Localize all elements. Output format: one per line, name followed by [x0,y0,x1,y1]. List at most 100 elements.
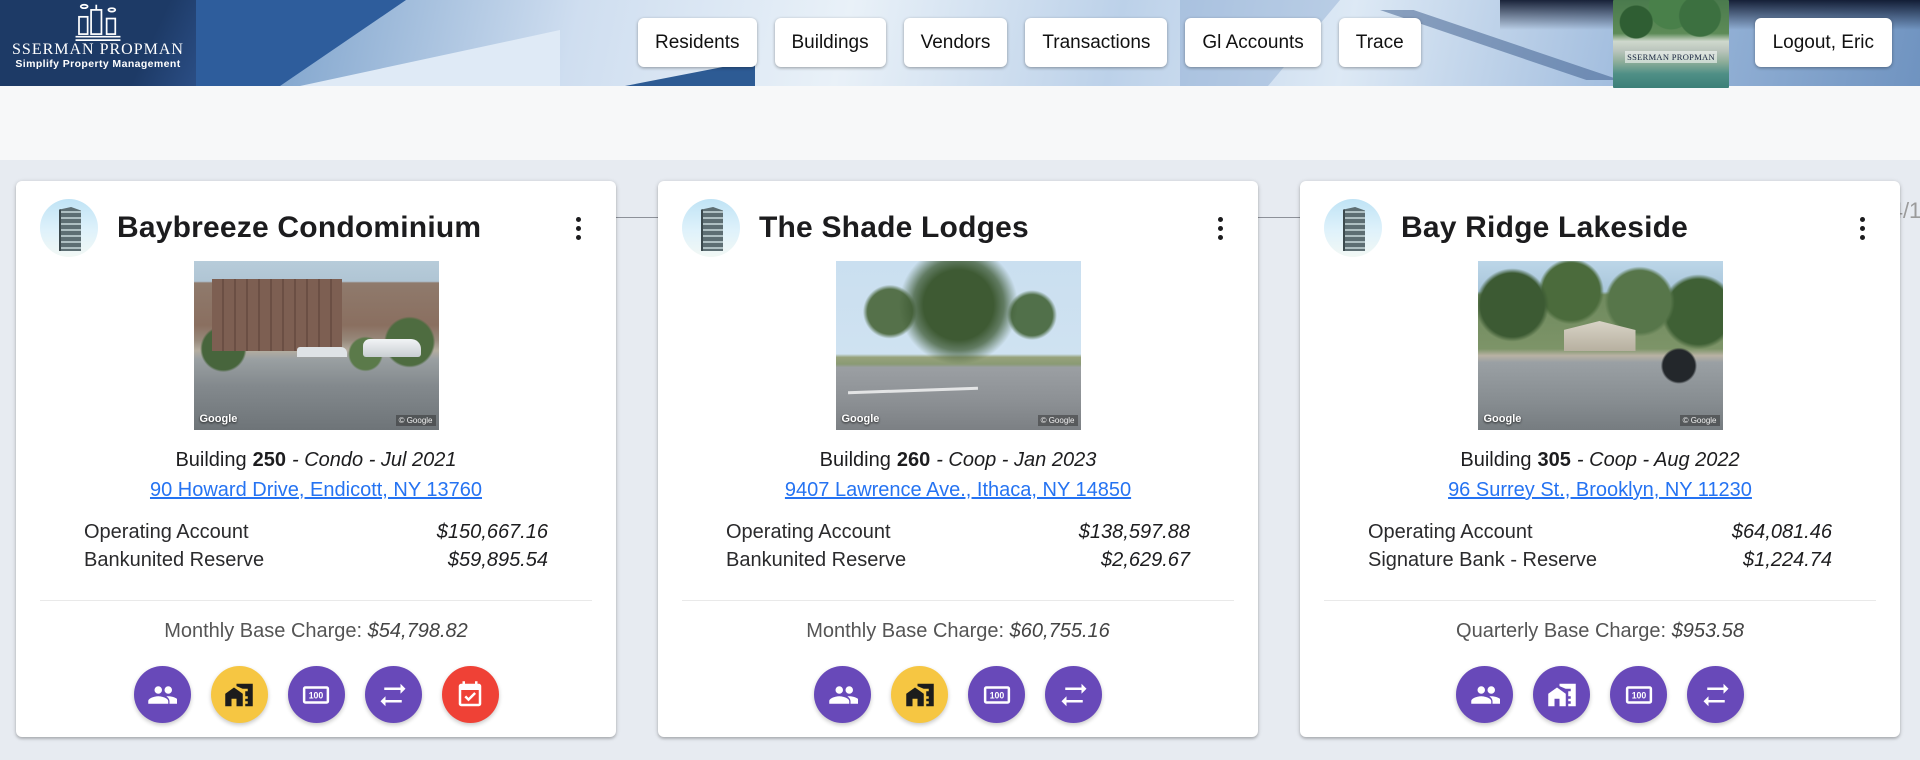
base-charge-label: Monthly Base Charge: [806,620,1004,642]
promo-photo: SSERMAN PROPMAN [1613,0,1729,88]
account-balance: $150,667.16 [437,518,548,546]
google-copyright: © Google [396,415,436,426]
base-charge-label: Quarterly Base Charge: [1456,620,1666,642]
building-action-button[interactable] [1533,666,1590,723]
building-action-button[interactable] [211,666,268,723]
transactions-action-button[interactable] [365,666,422,723]
building-number: 250 [253,449,286,471]
base-charge-label: Monthly Base Charge: [164,620,362,642]
money-action-button[interactable]: 100 [1610,666,1667,723]
card-title: Bay Ridge Lakeside [1401,211,1688,245]
building-cards: Baybreeze Condominium Google © Google Bu… [0,160,1920,760]
accounts-list: Operating Account $64,081.46 Signature B… [1368,518,1832,574]
money-100-icon: 100 [301,680,331,710]
card-menu-button[interactable] [1844,208,1880,248]
card-title: The Shade Lodges [759,211,1029,245]
residents-action-button[interactable] [134,666,191,723]
home-building-icon [224,680,254,710]
streetview-image: Google © Google [194,261,439,430]
transactions-action-button[interactable] [1687,666,1744,723]
building-illustration-icon [1343,207,1365,251]
residents-action-button[interactable] [1456,666,1513,723]
card-menu-button[interactable] [1202,208,1238,248]
account-row: Bankunited Reserve $2,629.67 [726,546,1190,574]
accounts-list: Operating Account $150,667.16 Bankunited… [84,518,548,574]
nav-transactions-button[interactable]: Transactions [1025,18,1167,67]
building-info-line: Building260- Coop - Jan 2023 [658,449,1258,472]
building-meta: - Coop - Aug 2022 [1577,449,1740,471]
building-action-button[interactable] [891,666,948,723]
building-illustration-icon [701,207,723,251]
base-charge-amount: $953.58 [1672,620,1744,642]
account-row: Operating Account $150,667.16 [84,518,548,546]
kebab-menu-icon [1860,217,1865,222]
building-meta: - Condo - Jul 2021 [292,449,457,471]
base-charge-amount: $54,798.82 [368,620,468,642]
card-title: Baybreeze Condominium [117,211,481,245]
nav-gl-accounts-button[interactable]: Gl Accounts [1185,18,1320,67]
building-avatar [40,199,98,257]
money-action-button[interactable]: 100 [288,666,345,723]
building-avatar [1324,199,1382,257]
logout-button[interactable]: Logout, Eric [1755,18,1892,67]
account-row: Bankunited Reserve $59,895.54 [84,546,548,574]
streetview-image: Google © Google [1478,261,1723,430]
account-name: Bankunited Reserve [84,546,264,574]
divider [40,600,592,601]
header-decor-shape [196,0,406,86]
nav-residents-button[interactable]: Residents [638,18,757,67]
card-header: The Shade Lodges [658,181,1258,257]
building-meta: - Coop - Jan 2023 [936,449,1096,471]
card-header: Bay Ridge Lakeside [1300,181,1900,257]
svg-text:100: 100 [1631,690,1646,700]
promo-caption: SSERMAN PROPMAN [1625,51,1717,63]
money-100-icon: 100 [982,680,1012,710]
card-actions: 100 [16,666,616,723]
divider [682,600,1234,601]
address-link[interactable]: 9407 Lawrence Ave., Ithaca, NY 14850 [785,479,1131,501]
address-link[interactable]: 96 Surrey St., Brooklyn, NY 11230 [1448,479,1752,501]
calendar-check-icon [455,680,485,710]
city-buildings-icon [72,3,124,41]
money-action-button[interactable]: 100 [968,666,1025,723]
building-card-bay-ridge: Bay Ridge Lakeside Google © Google Build… [1300,181,1900,737]
address-link[interactable]: 90 Howard Drive, Endicott, NY 13760 [150,479,482,501]
google-copyright: © Google [1038,415,1078,426]
building-info-line: Building250- Condo - Jul 2021 [16,449,616,472]
nav-trace-button[interactable]: Trace [1339,18,1421,67]
base-charge-line: Quarterly Base Charge: $953.58 [1300,620,1900,643]
kebab-menu-icon [1218,217,1223,222]
nav-vendors-button[interactable]: Vendors [904,18,1008,67]
swap-arrows-icon [378,680,408,710]
card-actions: 100 [658,666,1258,723]
card-menu-button[interactable] [560,208,596,248]
accounts-list: Operating Account $138,597.88 Bankunited… [726,518,1190,574]
base-charge-amount: $60,755.16 [1010,620,1110,642]
swap-arrows-icon [1059,680,1089,710]
people-icon [828,680,858,710]
google-copyright: © Google [1680,415,1720,426]
account-name: Bankunited Reserve [726,546,906,574]
card-actions: 100 [1300,666,1900,723]
header-decor-shape [300,30,560,86]
account-row: Signature Bank - Reserve $1,224.74 [1368,546,1832,574]
swap-arrows-icon [1701,680,1731,710]
calendar-action-button[interactable] [442,666,499,723]
divider [1324,600,1876,601]
residents-action-button[interactable] [814,666,871,723]
account-row: Operating Account $138,597.88 [726,518,1190,546]
nav-buildings-button[interactable]: Buildings [775,18,886,67]
transactions-action-button[interactable] [1045,666,1102,723]
svg-text:100: 100 [989,690,1004,700]
building-avatar [682,199,740,257]
google-watermark: Google [842,413,880,425]
account-balance: $59,895.54 [448,546,548,574]
home-building-icon [1547,680,1577,710]
top-header: SSERMAN PROPMAN Simplify Property Manage… [0,0,1920,86]
home-building-icon [905,680,935,710]
account-balance: $138,597.88 [1079,518,1190,546]
brand-logo: SSERMAN PROPMAN Simplify Property Manage… [0,0,196,86]
brand-name: SSERMAN PROPMAN [12,41,184,58]
building-number: 305 [1538,449,1571,471]
main-nav: Residents Buildings Vendors Transactions… [638,18,1421,67]
